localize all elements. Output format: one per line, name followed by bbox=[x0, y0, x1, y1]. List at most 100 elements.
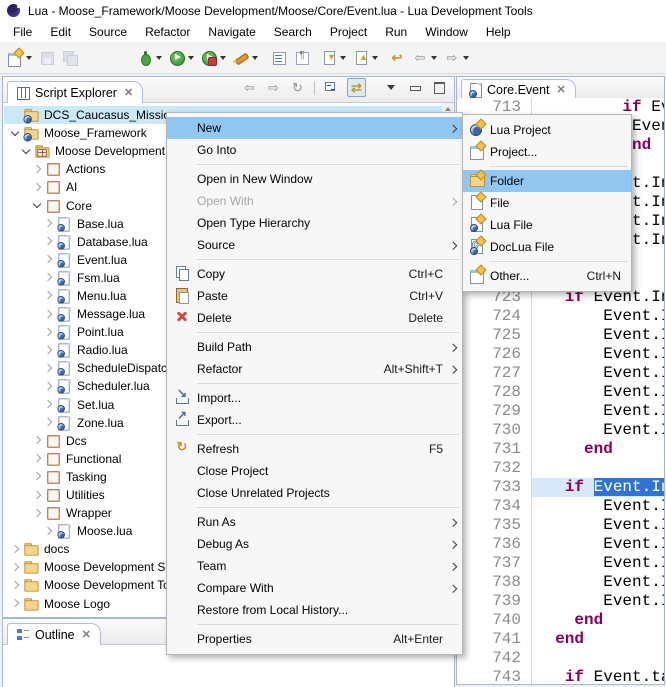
dropdown-arrow-icon[interactable] bbox=[252, 56, 258, 60]
expand-arrow-icon[interactable] bbox=[41, 325, 56, 340]
next-annotation-button[interactable]: ▼ bbox=[320, 48, 347, 68]
menu-item-build-path[interactable]: Build Path bbox=[167, 336, 462, 358]
menu-item-open-in-new-window[interactable]: Open in New Window bbox=[167, 168, 462, 190]
menu-item-properties[interactable]: PropertiesAlt+Enter bbox=[167, 628, 462, 650]
code-text[interactable]: Event.In bbox=[532, 421, 664, 440]
last-edit-location-button[interactable]: ↩ bbox=[388, 48, 406, 68]
run-button[interactable] bbox=[168, 48, 195, 68]
code-text[interactable]: Event.In bbox=[532, 554, 664, 573]
link-with-editor-icon[interactable]: ⇄ bbox=[347, 78, 366, 97]
expand-arrow-icon[interactable] bbox=[30, 180, 45, 195]
menu-item-close-unrelated-projects[interactable]: Close Unrelated Projects bbox=[167, 482, 462, 504]
dropdown-arrow-icon[interactable] bbox=[340, 56, 346, 60]
refresh-icon[interactable]: ↻ bbox=[289, 79, 306, 96]
menu-item-open-type-hierarchy[interactable]: Open Type Hierarchy bbox=[167, 212, 462, 234]
expand-arrow-icon[interactable] bbox=[41, 361, 56, 376]
minimize-icon[interactable] bbox=[407, 79, 424, 96]
menu-item-go-into[interactable]: Go Into bbox=[167, 139, 462, 161]
expand-arrow-icon[interactable] bbox=[41, 397, 56, 412]
open-type-button[interactable] bbox=[270, 48, 288, 68]
menu-item-open-with[interactable]: Open With bbox=[167, 190, 462, 212]
menubar-item-source[interactable]: Source bbox=[80, 23, 136, 41]
maximize-icon[interactable] bbox=[431, 79, 448, 96]
expand-arrow-icon[interactable] bbox=[41, 343, 56, 358]
expand-arrow-icon[interactable] bbox=[30, 433, 45, 448]
menu-item-other-[interactable]: Other...Ctrl+N bbox=[463, 265, 631, 287]
dropdown-arrow-icon[interactable] bbox=[26, 56, 32, 60]
expand-arrow-icon[interactable] bbox=[41, 270, 56, 285]
expand-arrow-icon[interactable] bbox=[8, 596, 23, 611]
expand-arrow-icon[interactable] bbox=[8, 542, 23, 557]
menu-item-refactor[interactable]: RefactorAlt+Shift+T bbox=[167, 358, 462, 380]
menubar-item-search[interactable]: Search bbox=[265, 23, 321, 41]
menu-item-export-[interactable]: ↗Export... bbox=[167, 409, 462, 431]
menu-item-close-project[interactable]: Close Project bbox=[167, 460, 462, 482]
dropdown-arrow-icon[interactable] bbox=[220, 56, 226, 60]
expand-arrow-icon[interactable] bbox=[41, 379, 56, 394]
expand-arrow-icon[interactable] bbox=[41, 252, 56, 267]
menu-item-restore-from-local-history-[interactable]: Restore from Local History... bbox=[167, 599, 462, 621]
menu-item-run-as[interactable]: Run As bbox=[167, 511, 462, 533]
expand-arrow-icon[interactable] bbox=[41, 524, 56, 539]
menu-item-import-[interactable]: ↘Import... bbox=[167, 387, 462, 409]
expand-arrow-icon[interactable] bbox=[41, 307, 56, 322]
menu-item-doclua-file[interactable]: @DocLua File bbox=[463, 236, 631, 258]
menu-item-debug-as[interactable]: Debug As bbox=[167, 533, 462, 555]
menu-item-file[interactable]: File bbox=[463, 192, 631, 214]
back-icon[interactable]: ⇦ bbox=[241, 79, 258, 96]
menu-item-lua-project[interactable]: Lua Project bbox=[463, 119, 631, 141]
code-text[interactable]: Event.In bbox=[532, 364, 664, 383]
expand-arrow-icon[interactable] bbox=[30, 506, 45, 521]
expand-arrow-icon[interactable] bbox=[30, 451, 45, 466]
view-menu-icon[interactable] bbox=[383, 79, 400, 96]
debug-button[interactable] bbox=[136, 48, 163, 68]
expand-arrow-icon[interactable] bbox=[41, 288, 56, 303]
code-text[interactable]: Event.In bbox=[532, 592, 664, 611]
forward-button[interactable]: ⇨ bbox=[443, 48, 470, 68]
code-text[interactable]: Event.In bbox=[532, 383, 664, 402]
code-text[interactable]: end bbox=[532, 440, 664, 459]
menu-item-folder[interactable]: Folder bbox=[463, 170, 631, 192]
menu-item-compare-with[interactable]: Compare With bbox=[167, 577, 462, 599]
code-text[interactable]: Event.In bbox=[532, 516, 664, 535]
menu-item-delete[interactable]: DeleteDelete bbox=[167, 307, 462, 329]
code-text[interactable]: Event.In bbox=[532, 402, 664, 421]
menu-item-source[interactable]: Source bbox=[167, 234, 462, 256]
dropdown-arrow-icon[interactable] bbox=[372, 56, 378, 60]
tab-script-explorer[interactable]: Script Explorer ✕ bbox=[7, 81, 143, 103]
expand-arrow-icon[interactable] bbox=[30, 469, 45, 484]
save-button[interactable] bbox=[38, 48, 56, 68]
code-text[interactable] bbox=[532, 459, 664, 478]
menubar-item-window[interactable]: Window bbox=[416, 23, 477, 41]
menubar-item-edit[interactable]: Edit bbox=[41, 23, 80, 41]
collapse-arrow-icon[interactable] bbox=[8, 126, 23, 141]
external-tools-button[interactable] bbox=[232, 48, 259, 68]
menu-item-lua-file[interactable]: Lua File bbox=[463, 214, 631, 236]
code-text[interactable]: Event.In bbox=[532, 573, 664, 592]
collapse-all-icon[interactable] bbox=[323, 79, 340, 96]
menu-item-team[interactable]: Team bbox=[167, 555, 462, 577]
code-text[interactable]: Event.In bbox=[532, 345, 664, 364]
menu-item-refresh[interactable]: ↻RefreshF5 bbox=[167, 438, 462, 460]
collapse-arrow-icon[interactable] bbox=[19, 144, 34, 159]
menubar-item-help[interactable]: Help bbox=[477, 23, 520, 41]
dropdown-arrow-icon[interactable] bbox=[463, 56, 469, 60]
expand-arrow-icon[interactable] bbox=[30, 488, 45, 503]
new-wizard-button[interactable] bbox=[6, 48, 33, 68]
code-text[interactable]: if Event.ta bbox=[532, 668, 664, 684]
expand-arrow-icon[interactable] bbox=[30, 162, 45, 177]
code-text[interactable]: Event.In bbox=[532, 535, 664, 554]
show-whitespace-button[interactable]: ¶ bbox=[293, 48, 311, 68]
forward-icon[interactable]: ⇨ bbox=[265, 79, 282, 96]
expand-arrow-icon[interactable] bbox=[41, 216, 56, 231]
expand-arrow-icon[interactable] bbox=[8, 560, 23, 575]
expand-arrow-icon[interactable] bbox=[8, 578, 23, 593]
tab-outline[interactable]: Outline ✕ bbox=[7, 623, 101, 645]
expand-arrow-icon[interactable] bbox=[8, 614, 23, 616]
expand-arrow-icon[interactable] bbox=[41, 234, 56, 249]
dropdown-arrow-icon[interactable] bbox=[431, 56, 437, 60]
code-text[interactable]: Event.In bbox=[532, 307, 664, 326]
code-text[interactable]: if Event.IniDCSUnit bbox=[532, 478, 664, 497]
menubar-item-file[interactable]: File bbox=[4, 23, 41, 41]
run-last-button[interactable] bbox=[200, 48, 227, 68]
